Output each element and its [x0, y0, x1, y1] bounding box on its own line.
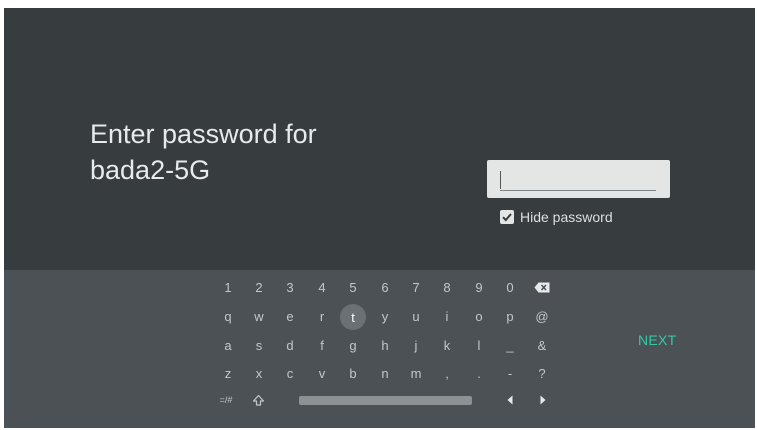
key-s[interactable]: s: [246, 333, 272, 357]
network-name: bada2-5G: [90, 155, 211, 185]
check-icon: [502, 213, 512, 222]
key-w[interactable]: w: [246, 304, 272, 328]
key-4[interactable]: 4: [309, 275, 335, 299]
key-3[interactable]: 3: [277, 275, 303, 299]
hide-password-checkbox[interactable]: [500, 210, 514, 224]
input-underline: [500, 190, 656, 191]
key-6[interactable]: 6: [372, 275, 398, 299]
symbols-key[interactable]: =/#: [213, 388, 239, 412]
key-u[interactable]: u: [403, 304, 429, 328]
key-l[interactable]: l: [466, 333, 492, 357]
arrow-right-icon: [540, 395, 546, 405]
key-9[interactable]: 9: [466, 275, 492, 299]
key-b[interactable]: b: [340, 361, 366, 385]
key-q[interactable]: q: [215, 304, 241, 328]
key-y[interactable]: y: [372, 304, 398, 328]
key-a[interactable]: a: [215, 333, 241, 357]
hide-password-label: Hide password: [520, 209, 613, 225]
key-o[interactable]: o: [466, 304, 492, 328]
key-i[interactable]: i: [434, 304, 460, 328]
key-sym-7-3[interactable]: ,: [434, 361, 460, 385]
key-z[interactable]: z: [215, 361, 241, 385]
key-e[interactable]: e: [277, 304, 303, 328]
key-0[interactable]: 0: [497, 275, 523, 299]
backspace-key[interactable]: [529, 275, 555, 299]
shift-key[interactable]: [245, 388, 271, 412]
key-1[interactable]: 1: [215, 275, 241, 299]
key-7[interactable]: 7: [403, 275, 429, 299]
key-p[interactable]: p: [497, 304, 523, 328]
key-h[interactable]: h: [372, 333, 398, 357]
space-key[interactable]: [299, 396, 472, 405]
key-sym-10-1[interactable]: @: [529, 304, 555, 328]
key-t[interactable]: t: [340, 304, 366, 330]
key-sym-8-3[interactable]: .: [466, 361, 492, 385]
key-c[interactable]: c: [277, 361, 303, 385]
cursor-right-key[interactable]: [530, 388, 556, 412]
key-2[interactable]: 2: [246, 275, 272, 299]
key-g[interactable]: g: [340, 333, 366, 357]
key-k[interactable]: k: [434, 333, 460, 357]
cursor-left-key[interactable]: [497, 388, 523, 412]
shift-icon: [252, 394, 264, 406]
key-r[interactable]: r: [309, 304, 335, 328]
key-j[interactable]: j: [403, 333, 429, 357]
key-8[interactable]: 8: [434, 275, 460, 299]
password-input[interactable]: [487, 160, 670, 198]
key-n[interactable]: n: [372, 361, 398, 385]
page-title: Enter password for bada2-5G: [90, 116, 317, 188]
key-f[interactable]: f: [309, 333, 335, 357]
key-m[interactable]: m: [403, 361, 429, 385]
title-line-1: Enter password for: [90, 119, 317, 149]
arrow-left-icon: [507, 395, 513, 405]
key-sym-9-3[interactable]: -: [497, 361, 523, 385]
key-d[interactable]: d: [277, 333, 303, 357]
key-sym-10-2[interactable]: &: [529, 333, 555, 357]
onscreen-keyboard: 1 2 3 4 5 6 7 8 9 0 q w e r t y u i o p @ a s d f g h j k l _ & z x c v b n m,…: [4, 270, 755, 428]
key-5[interactable]: 5: [340, 275, 366, 299]
key-v[interactable]: v: [309, 361, 335, 385]
key-x[interactable]: x: [246, 361, 272, 385]
key-sym-9-2[interactable]: _: [497, 333, 523, 357]
backspace-icon: [534, 282, 550, 292]
key-sym-10-3[interactable]: ?: [529, 361, 555, 385]
next-button[interactable]: NEXT: [638, 332, 677, 348]
hide-password-toggle[interactable]: Hide password: [500, 209, 613, 225]
text-cursor: [500, 171, 501, 189]
wifi-password-screen: Enter password for bada2-5G Hide passwor…: [4, 8, 755, 428]
